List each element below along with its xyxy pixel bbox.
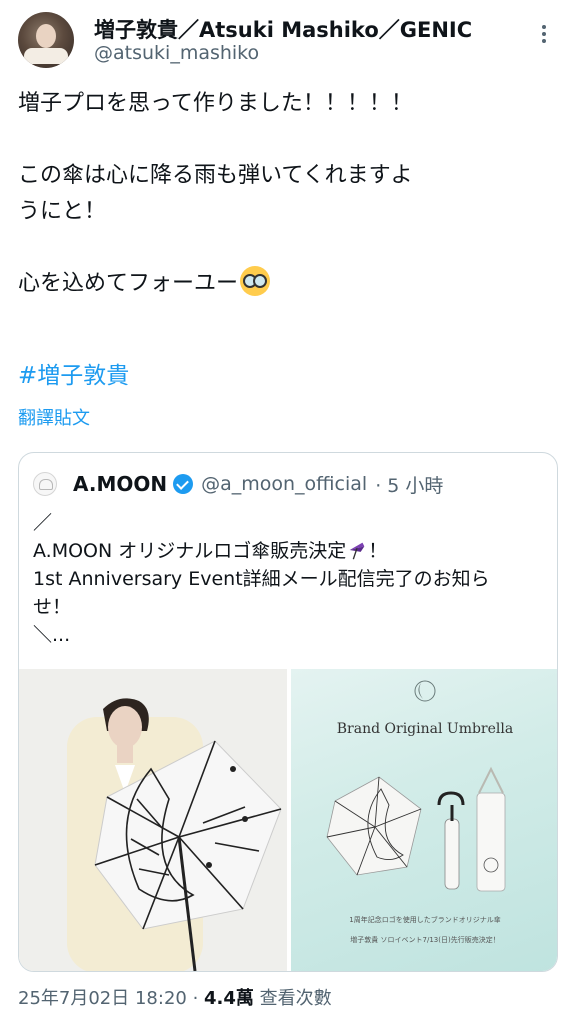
tweet-line: 心を込めてフォーユー — [18, 266, 558, 302]
quoted-author-handle[interactable]: @a_moon_official — [201, 473, 367, 495]
quoted-tweet-header: A.MOON @a_moon_official · 5 小時 — [33, 469, 443, 499]
tweet-line: 増子プロを思って作りました！！！！！ — [18, 91, 413, 116]
quoted-tweet-time[interactable]: · 5 小時 — [375, 471, 443, 498]
quoted-line: A.MOON オリジナルロゴ傘販売決定 ！ — [33, 537, 545, 565]
tweet-text: 増子プロを思って作りました！！！！！ この傘は心に降る雨も弾いてくれますよ うに… — [18, 86, 558, 302]
avatar-flowers — [24, 48, 68, 64]
promo-illustration — [326, 680, 506, 892]
tweet-line — [18, 122, 558, 158]
quoted-tweet[interactable]: A.MOON @a_moon_official · 5 小時 ／ A.MOON … — [18, 452, 558, 972]
quoted-author-name[interactable]: A.MOON — [73, 472, 167, 496]
umbrella-emoji — [349, 542, 365, 560]
quoted-author-avatar[interactable] — [33, 472, 57, 496]
brand-umbrella-promo-image[interactable]: Brand Original Umbrella 1周年記念ロゴを使用したブランド… — [291, 669, 557, 971]
quoted-line-suffix: ！ — [368, 540, 388, 562]
avatar-face — [36, 24, 56, 48]
promo-caption-1: 1周年記念ロゴを使用したブランドオリジナル傘 — [349, 916, 501, 924]
author-display-name[interactable]: 増子敦貴／Atsuki Mashiko／GENIC — [94, 14, 472, 44]
author-avatar[interactable] — [18, 12, 74, 68]
model-photo-illustration — [19, 669, 287, 971]
more-icon[interactable] — [532, 22, 556, 46]
verified-icon — [173, 474, 194, 494]
views-count: 4.4萬 — [204, 988, 254, 1009]
quoted-line: ＼... — [33, 624, 71, 646]
author-handle[interactable]: @atsuki_mashiko — [94, 42, 259, 64]
tweet-line — [18, 230, 558, 266]
quoted-tweet-text: ／ A.MOON オリジナルロゴ傘販売決定 ！ 1st Anniversary E… — [33, 509, 545, 649]
tweet-timestamp[interactable]: 25年7月02日 18:20 · — [18, 988, 204, 1009]
tweet-line: うにと！ — [18, 199, 107, 224]
translate-post-link[interactable]: 翻譯貼文 — [18, 404, 90, 430]
quoted-line: せ！ — [33, 596, 72, 618]
quoted-media: Brand Original Umbrella 1周年記念ロゴを使用したブランド… — [19, 669, 557, 971]
nerd-face-emoji — [240, 266, 271, 296]
views-label: 查看次數 — [253, 988, 332, 1009]
quoted-line: 1st Anniversary Event詳細メール配信完了のお知ら — [33, 568, 490, 590]
tweet-line: この傘は心に降る雨も弾いてくれますよ — [18, 163, 413, 188]
promo-caption-2: 増子敦貴 ソロイベント7/13(日)先行販売決定！ — [350, 936, 500, 944]
umbrella-model-photo[interactable] — [19, 669, 287, 971]
tweet-header: 増子敦貴／Atsuki Mashiko／GENIC @atsuki_mashik… — [18, 10, 558, 70]
promo-title: Brand Original Umbrella — [336, 721, 514, 737]
tweet-line-text: 心を込めてフォーユー — [18, 271, 239, 296]
quoted-line-text: A.MOON オリジナルロゴ傘販売決定 — [33, 540, 347, 562]
tweet-meta: 25年7月02日 18:20 · 4.4萬 查看次數 — [18, 984, 332, 1010]
hashtag-link[interactable]: #増子敦貴 — [18, 356, 129, 390]
quoted-line: ／ — [33, 512, 53, 534]
